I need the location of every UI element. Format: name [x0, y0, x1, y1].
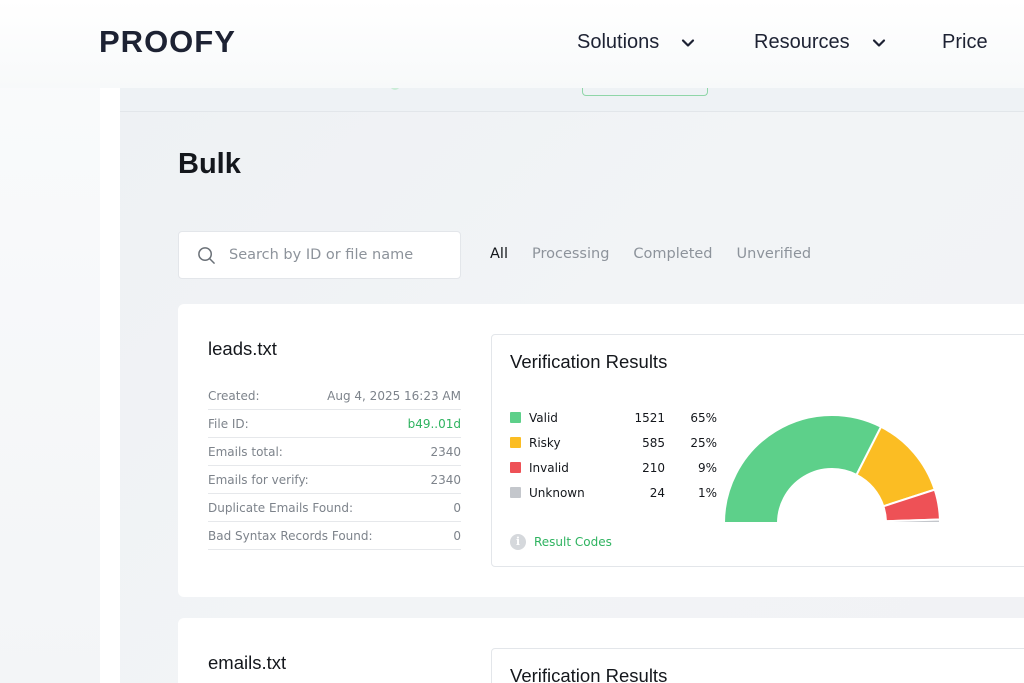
meta-value: 0: [453, 500, 461, 515]
nav-label: Price: [942, 31, 988, 53]
verification-panel: Verification Results: [491, 648, 1024, 683]
app-topbar: [120, 88, 1024, 112]
file-name: leads.txt: [208, 338, 277, 359]
file-name: emails.txt: [208, 652, 287, 673]
chevron-down-icon: [682, 38, 695, 47]
nav-resources[interactable]: Resources: [754, 31, 886, 54]
frame-edge: [100, 88, 120, 683]
filter-tabs: All Processing Completed Unverified: [490, 246, 835, 262]
file-id-link[interactable]: b49..01d: [408, 417, 461, 431]
verification-panel: Verification Results Valid 1521 65% Risk…: [491, 334, 1024, 567]
meta-label: Created:: [208, 388, 260, 403]
meta-created: Created: Aug 4, 2025 16:23 AM: [208, 382, 461, 410]
results-donut-chart: [722, 414, 942, 524]
meta-label: Emails total:: [208, 444, 283, 459]
tab-processing[interactable]: Processing: [532, 246, 609, 262]
file-card: emails.txt Verification Results: [178, 618, 1024, 683]
file-card: leads.txt Created: Aug 4, 2025 16:23 AM …: [178, 304, 1024, 597]
page-title: Bulk: [178, 148, 241, 180]
meta-label: Duplicate Emails Found:: [208, 500, 354, 515]
meta-value: 0: [453, 528, 461, 543]
meta-value: 2340: [430, 444, 461, 459]
nav-solutions[interactable]: Solutions: [577, 31, 695, 54]
top-navigation: PROOFY Solutions Resources Price: [0, 0, 1024, 88]
meta-label: Emails for verify:: [208, 472, 309, 487]
app-window: Bulk All Processing Completed Unverified…: [120, 88, 1024, 683]
meta-label: Bad Syntax Records Found:: [208, 528, 373, 543]
donut-segment-unknown[interactable]: [884, 518, 942, 524]
topbar-button[interactable]: [582, 88, 708, 96]
tab-completed[interactable]: Completed: [633, 246, 712, 262]
verification-title: Verification Results: [510, 665, 668, 683]
meta-value: 2340: [430, 472, 461, 487]
meta-bad-syntax: Bad Syntax Records Found: 0: [208, 522, 461, 550]
tab-unverified[interactable]: Unverified: [737, 246, 812, 262]
meta-emails-verify: Emails for verify: 2340: [208, 466, 461, 494]
nav-label: Solutions: [577, 31, 660, 53]
meta-emails-total: Emails total: 2340: [208, 438, 461, 466]
meta-value: Aug 4, 2025 16:23 AM: [327, 388, 461, 403]
file-meta: Created: Aug 4, 2025 16:23 AM File ID: b…: [208, 382, 461, 550]
chevron-down-icon: [872, 38, 885, 47]
tab-all[interactable]: All: [490, 246, 508, 262]
donut-segment-valid[interactable]: [722, 414, 883, 524]
search-icon: [198, 246, 215, 264]
search-box[interactable]: [178, 231, 461, 279]
nav-price[interactable]: Price: [942, 31, 988, 54]
search-input[interactable]: [229, 247, 449, 263]
proofy-logo[interactable]: PROOFY: [99, 24, 236, 60]
status-dot: [390, 88, 400, 90]
nav-label: Resources: [754, 31, 850, 53]
page-background: [0, 0, 100, 683]
meta-label: File ID:: [208, 416, 249, 431]
meta-file-id: File ID: b49..01d: [208, 410, 461, 438]
meta-duplicates: Duplicate Emails Found: 0: [208, 494, 461, 522]
